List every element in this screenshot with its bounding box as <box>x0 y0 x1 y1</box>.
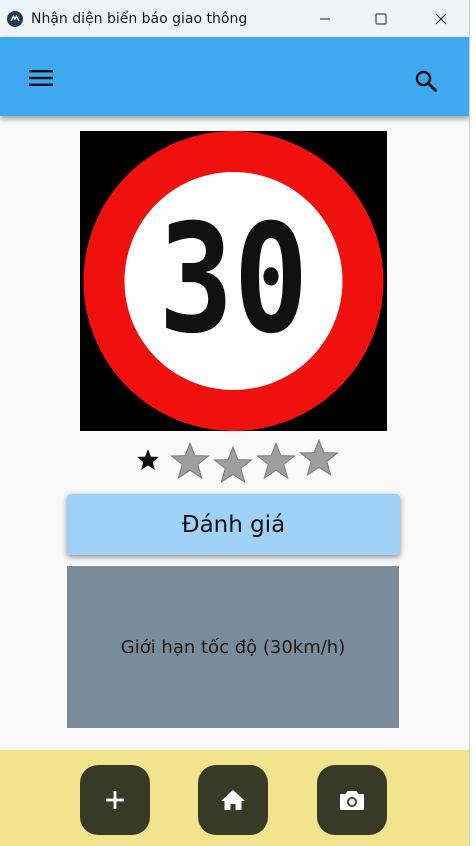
camera-icon <box>340 791 364 810</box>
add-button[interactable] <box>80 765 150 835</box>
minimize-button[interactable] <box>302 0 348 37</box>
maximize-button[interactable] <box>358 0 404 37</box>
star-empty-icon[interactable] <box>213 446 253 484</box>
result-text: Giới hạn tốc độ (30km/h) <box>120 636 346 658</box>
traffic-sign-image: 30 <box>80 131 387 431</box>
star-rating[interactable] <box>132 438 352 486</box>
bottom-bar <box>0 750 469 846</box>
close-icon <box>435 13 447 24</box>
app-logo-icon <box>7 10 23 27</box>
sign-speed-number: 30 <box>159 193 309 367</box>
star-filled-icon[interactable] <box>136 448 160 472</box>
home-icon <box>221 790 245 810</box>
title-bar: Nhận diện biển báo giao thông <box>0 0 469 37</box>
camera-button[interactable] <box>317 765 387 835</box>
result-panel: Giới hạn tốc độ (30km/h) <box>67 566 399 728</box>
background-window-edge <box>470 0 476 846</box>
window-title: Nhận diện biển báo giao thông <box>31 10 248 27</box>
star-empty-icon[interactable] <box>299 439 339 477</box>
app-bar <box>0 37 469 116</box>
search-icon <box>415 70 437 92</box>
close-button[interactable] <box>418 0 464 37</box>
home-button[interactable] <box>198 765 268 835</box>
search-button[interactable] <box>406 61 446 101</box>
menu-icon <box>29 70 53 86</box>
maximize-icon <box>375 13 387 24</box>
app-window: Nhận diện biển báo giao thông 30 Đánh gi… <box>0 0 470 846</box>
add-icon <box>106 791 124 809</box>
menu-button[interactable] <box>20 61 62 95</box>
evaluate-button[interactable]: Đánh giá <box>67 494 400 555</box>
star-empty-icon[interactable] <box>256 442 296 480</box>
star-empty-icon[interactable] <box>170 442 210 480</box>
minimize-icon <box>320 18 330 19</box>
